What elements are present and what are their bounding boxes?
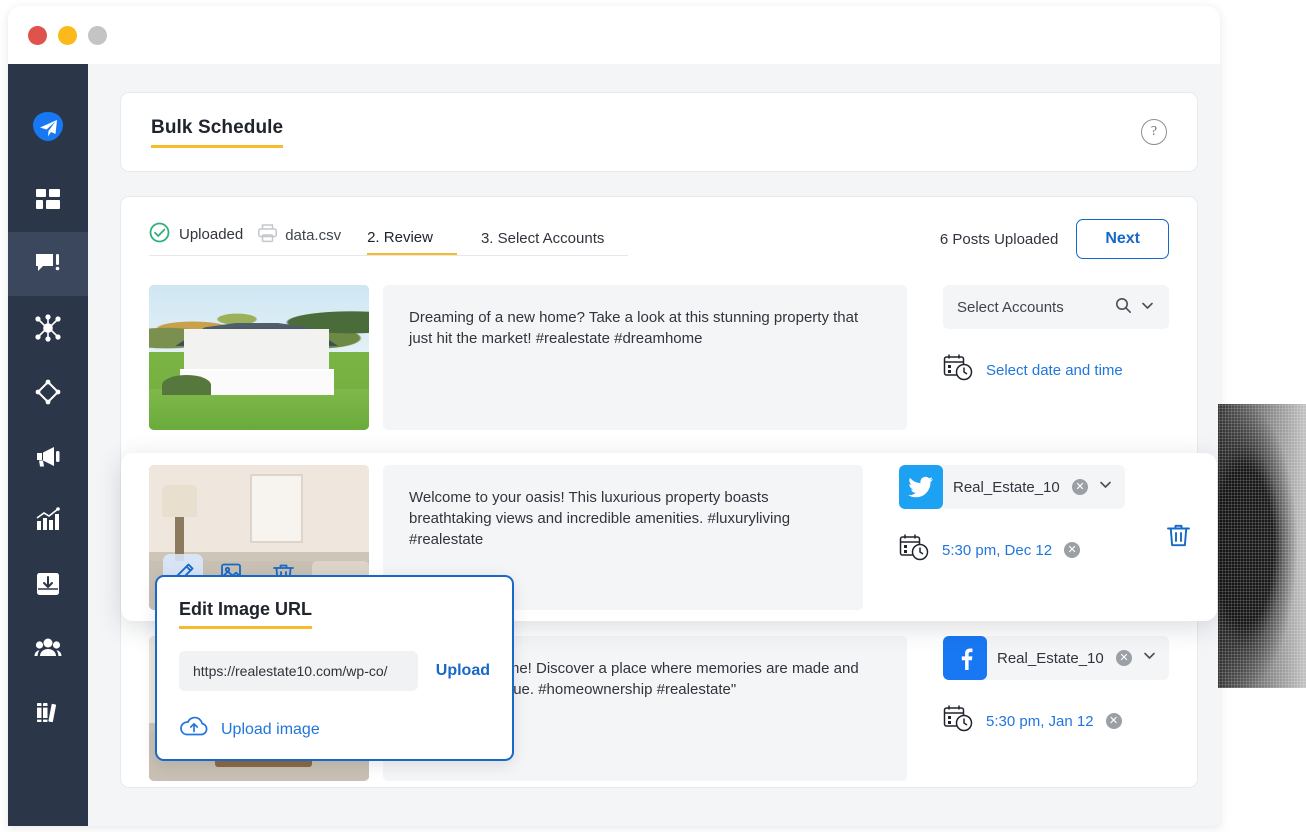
team-users-icon bbox=[34, 635, 62, 661]
schedule-datetime[interactable]: Select date and time bbox=[943, 353, 1169, 387]
uploaded-file-name: data.csv bbox=[285, 226, 342, 244]
step-uploaded-label: Uploaded bbox=[179, 226, 244, 243]
house-exterior-photo bbox=[149, 285, 369, 430]
sidebar-item-team[interactable] bbox=[8, 616, 88, 680]
posts-uploaded-count: 6 Posts Uploaded bbox=[939, 230, 1059, 248]
megaphone-icon bbox=[35, 443, 62, 470]
next-button[interactable]: Next bbox=[1076, 219, 1169, 259]
schedule-datetime[interactable]: 5:30 pm, Dec 12 ✕ bbox=[899, 533, 1125, 567]
scheduled-datetime-label: 5:30 pm, Dec 12 bbox=[942, 541, 1053, 559]
steps-divider bbox=[149, 255, 629, 256]
sidebar-item-analytics[interactable] bbox=[8, 488, 88, 552]
image-url-input[interactable] bbox=[179, 651, 418, 691]
inbox-download-icon bbox=[35, 571, 61, 597]
scheduled-datetime-label: 5:30 pm, Jan 12 bbox=[986, 712, 1094, 730]
sidebar-item-compose[interactable] bbox=[8, 232, 88, 296]
network-nodes-icon bbox=[34, 314, 62, 342]
select-accounts-label: Select Accounts bbox=[957, 298, 1064, 316]
remove-circle-icon[interactable]: ✕ bbox=[1064, 542, 1081, 558]
upload-image-action[interactable]: Upload image bbox=[179, 715, 490, 744]
account-chip[interactable]: Real_Estate_10 ✕ bbox=[899, 465, 1125, 509]
close-button[interactable] bbox=[28, 25, 47, 45]
sidebar-item-targeting[interactable] bbox=[8, 360, 88, 424]
step-select-accounts-label: 3. Select Accounts bbox=[480, 230, 605, 247]
twitter-icon bbox=[899, 465, 943, 509]
paper-plane-logo-icon bbox=[31, 110, 65, 149]
upload-image-label: Upload image bbox=[221, 720, 320, 738]
target-diamond-icon bbox=[35, 379, 61, 405]
remove-circle-icon[interactable]: ✕ bbox=[1105, 713, 1122, 729]
sidebar-item-inbox[interactable] bbox=[8, 552, 88, 616]
select-datetime-label: Select date and time bbox=[986, 361, 1123, 379]
page-header-card: Bulk Schedule ? bbox=[120, 92, 1198, 172]
maximize-button[interactable] bbox=[88, 25, 107, 45]
delete-post-button[interactable] bbox=[1139, 465, 1217, 610]
sidebar-item-network[interactable] bbox=[8, 296, 88, 360]
help-icon[interactable]: ? bbox=[1141, 119, 1167, 145]
edit-image-url-popup: Edit Image URL Upload Upload image bbox=[155, 575, 514, 761]
sidebar bbox=[8, 64, 88, 826]
analytics-chart-icon bbox=[35, 507, 61, 533]
chevron-down-icon[interactable] bbox=[1140, 298, 1155, 317]
select-accounts-dropdown[interactable]: Select Accounts bbox=[943, 285, 1169, 329]
post-caption[interactable]: Dreaming of a new home? Take a look at t… bbox=[383, 285, 907, 430]
screen-root: Bulk Schedule ? Uploaded data.csv 2. Rev… bbox=[0, 0, 1306, 832]
popup-title: Edit Image URL bbox=[179, 599, 313, 629]
chevron-down-icon[interactable] bbox=[1142, 648, 1157, 668]
post-image-thumbnail[interactable] bbox=[149, 285, 369, 430]
schedule-datetime[interactable]: 5:30 pm, Jan 12 ✕ bbox=[943, 704, 1169, 738]
library-books-icon bbox=[35, 699, 61, 725]
decorative-shadow bbox=[1218, 404, 1306, 688]
window-titlebar bbox=[8, 6, 1220, 64]
step-review-label: 2. Review bbox=[367, 229, 433, 246]
url-row: Upload bbox=[179, 651, 490, 691]
step-review[interactable]: 2. Review bbox=[367, 229, 457, 256]
sidebar-item-logo[interactable] bbox=[8, 90, 88, 168]
cloud-upload-icon bbox=[179, 715, 209, 744]
uploaded-file[interactable]: data.csv bbox=[257, 223, 367, 256]
printer-icon bbox=[257, 223, 278, 247]
post-settings: Real_Estate_10 ✕ bbox=[877, 465, 1125, 567]
page-title: Bulk Schedule bbox=[151, 117, 284, 148]
facebook-icon bbox=[943, 636, 987, 680]
remove-circle-icon[interactable]: ✕ bbox=[1072, 479, 1088, 495]
step-uploaded[interactable]: Uploaded bbox=[149, 222, 257, 256]
steps-actions: 6 Posts Uploaded Next bbox=[940, 219, 1169, 259]
post-settings: Real_Estate_10 ✕ bbox=[921, 636, 1169, 738]
search-icon[interactable] bbox=[1115, 297, 1132, 318]
account-name: Real_Estate_10 bbox=[997, 649, 1104, 667]
upload-button[interactable]: Upload bbox=[436, 662, 490, 680]
account-name: Real_Estate_10 bbox=[953, 478, 1060, 496]
step-select-accounts[interactable]: 3. Select Accounts bbox=[481, 230, 628, 256]
trash-icon bbox=[1165, 522, 1192, 554]
check-circle-icon bbox=[149, 222, 170, 247]
remove-circle-icon[interactable]: ✕ bbox=[1116, 650, 1132, 666]
chevron-down-icon[interactable] bbox=[1098, 477, 1113, 497]
calendar-clock-icon bbox=[943, 353, 974, 387]
step-tabs: Uploaded data.csv 2. Review 3. Select Ac… bbox=[149, 222, 629, 256]
calendar-clock-icon bbox=[899, 533, 930, 567]
sidebar-item-library[interactable] bbox=[8, 680, 88, 744]
minimize-button[interactable] bbox=[58, 25, 77, 45]
post-settings: Select Accounts Select date and time bbox=[921, 285, 1169, 387]
compose-post-icon bbox=[35, 251, 62, 278]
post-row: Dreaming of a new home? Take a look at t… bbox=[149, 285, 1169, 430]
sidebar-item-campaigns[interactable] bbox=[8, 424, 88, 488]
account-chip[interactable]: Real_Estate_10 ✕ bbox=[943, 636, 1169, 680]
sidebar-item-dashboard[interactable] bbox=[8, 168, 88, 232]
dashboard-grid-icon bbox=[35, 187, 61, 213]
calendar-clock-icon bbox=[943, 704, 974, 738]
steps-row: Uploaded data.csv 2. Review 3. Select Ac… bbox=[149, 219, 1169, 259]
